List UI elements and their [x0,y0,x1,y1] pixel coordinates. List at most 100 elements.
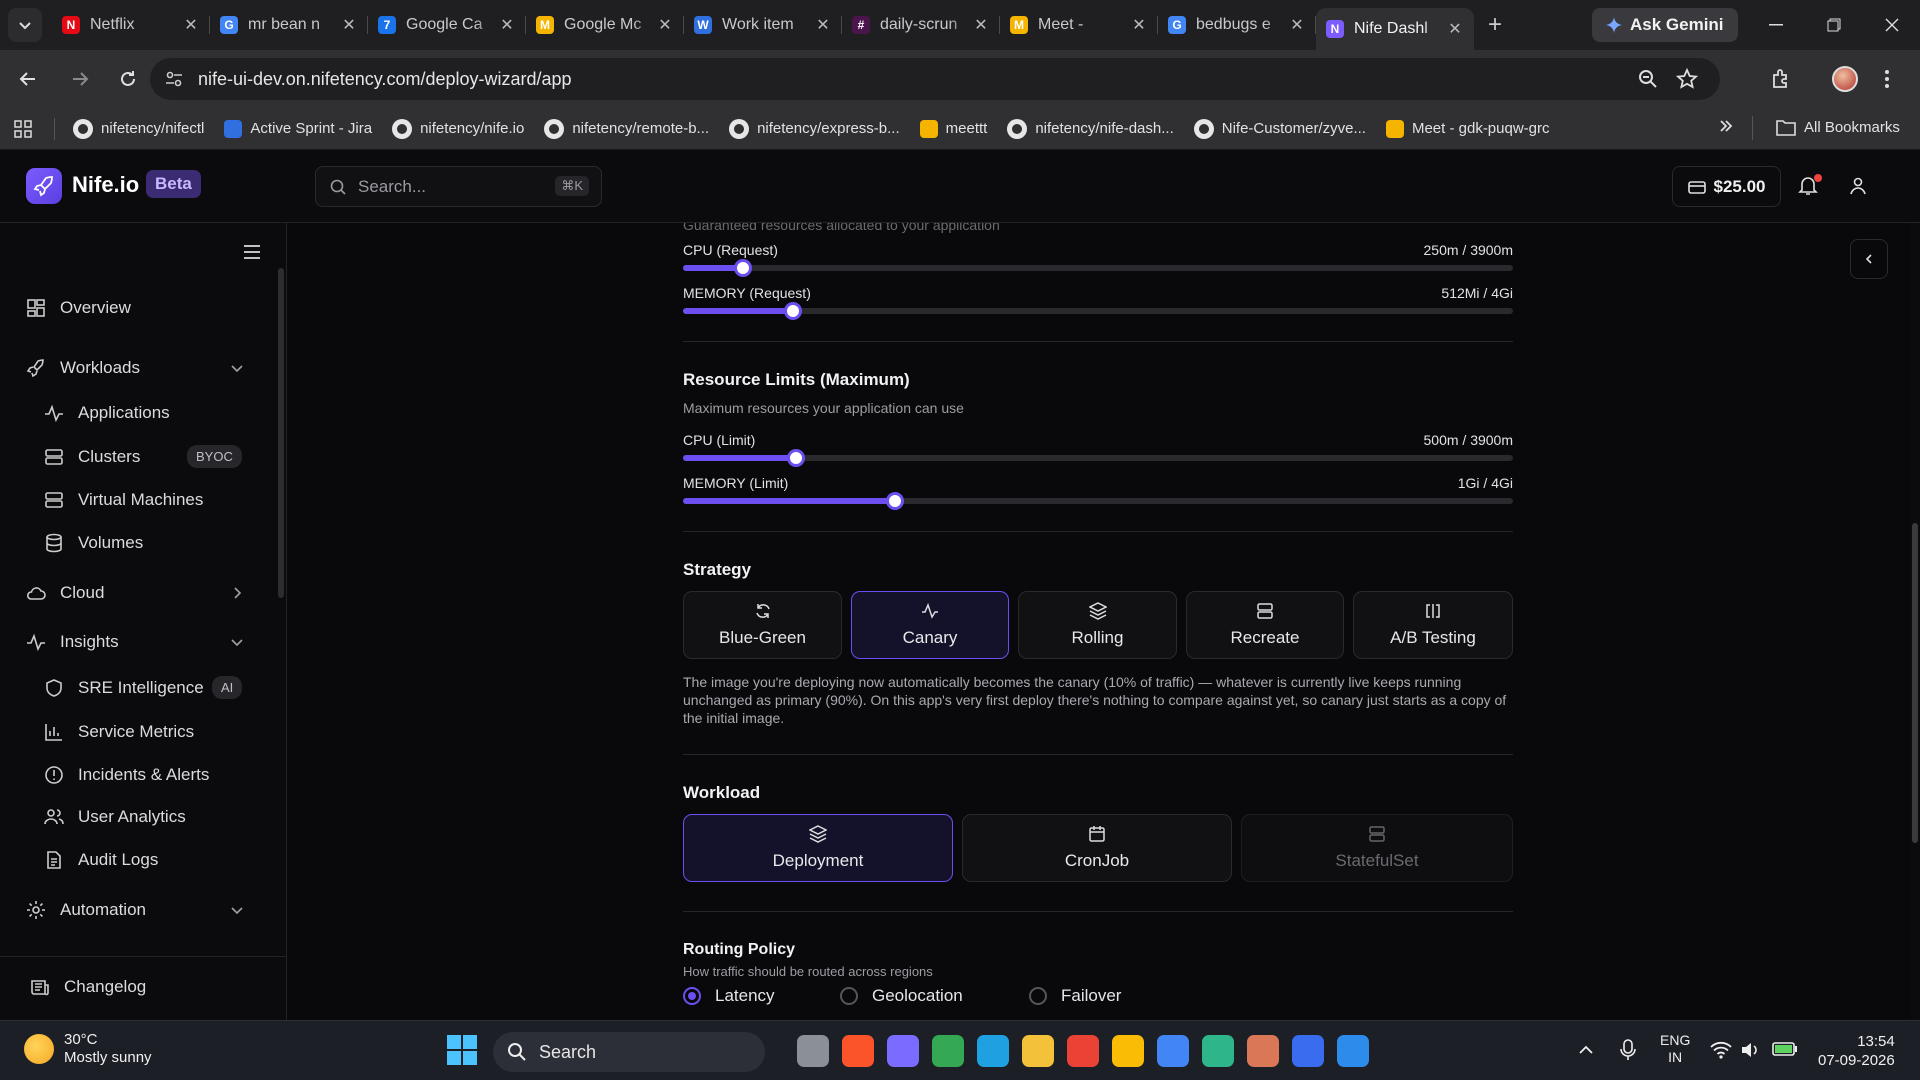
sidebar-scrollbar[interactable] [278,268,284,598]
collapse-panel-button[interactable] [1850,239,1888,279]
bookmark-item[interactable]: nifetency/nife-dash... [1007,118,1174,139]
nife-logo[interactable] [26,168,62,204]
chrome-icon[interactable] [1112,1035,1144,1067]
strategy-option-recreate[interactable]: Recreate [1186,591,1344,659]
close-window-button[interactable] [1864,0,1920,50]
bookmark-item[interactable]: meettt [919,119,987,138]
slider-thumb[interactable] [885,492,904,510]
routing-radio-latency[interactable]: Latency [683,986,775,1006]
sidebar-toggle-button[interactable] [244,245,268,263]
bookmark-item[interactable]: Active Sprint - Jira [224,119,372,138]
cpu-limit-slider[interactable] [683,449,1513,467]
bookmark-item[interactable]: Meet - gdk-puqw-grc [1385,119,1550,138]
browser-tab[interactable]: Gbedbugs e ✕ [1158,6,1316,44]
sidebar-item-incidents-alerts[interactable]: Incidents & Alerts [44,760,209,790]
memory-limit-slider[interactable] [683,492,1513,510]
strategy-option-ab-testing[interactable]: A/B Testing [1353,591,1513,659]
browser-tab[interactable]: N Netflix ✕ [52,6,210,44]
extensions-button[interactable] [1770,50,1792,108]
sidebar-item-changelog[interactable]: Changelog [30,972,146,1002]
claude-icon[interactable] [1247,1035,1279,1067]
sidebar-group-cloud[interactable]: Cloud [26,578,104,608]
bookmark-item[interactable]: nifetency/nife.io [392,118,524,139]
sidebar-item-overview[interactable]: Overview [26,293,131,323]
routing-radio-failover[interactable]: Failover [1029,986,1121,1006]
close-tab-icon[interactable]: ✕ [1446,19,1464,39]
close-tab-icon[interactable]: ✕ [1288,15,1306,35]
new-tab-button[interactable]: + [1480,11,1510,39]
apps-grid-icon[interactable] [14,119,32,138]
routing-radio-geolocation[interactable]: Geolocation [840,986,963,1006]
close-tab-icon[interactable]: ✕ [498,15,516,35]
chevron-down-icon[interactable] [228,633,246,651]
bookmark-item[interactable]: nifetency/remote-b... [544,118,709,139]
zoom-icon[interactable] [1638,69,1658,89]
reload-button[interactable] [108,59,148,99]
sidebar-item-volumes[interactable]: Volumes [44,528,143,558]
sidebar-group-workloads[interactable]: Workloads [26,353,140,383]
notifications-button[interactable] [1797,174,1823,200]
browser-menu-button[interactable] [1884,50,1890,108]
chevron-up-icon[interactable] [1578,1043,1594,1055]
close-tab-icon[interactable]: ✕ [656,15,674,35]
file-explorer-preview-icon[interactable] [797,1035,829,1067]
memory-request-slider[interactable] [683,302,1513,320]
page-scrollbar[interactable] [1910,223,1920,1020]
chrome-icon[interactable] [1157,1035,1189,1067]
browser-tab[interactable]: N Nife Dashl ✕ [1316,8,1474,50]
copilot-icon[interactable] [887,1035,919,1067]
restore-button[interactable] [1806,0,1862,50]
browser-tab[interactable]: M Meet - ✕ [1000,6,1158,44]
more-bookmarks-icon[interactable] [1718,118,1734,134]
slider-thumb[interactable] [784,302,803,320]
radio-circle[interactable] [683,987,701,1005]
address-bar[interactable]: nife-ui-dev.on.nifetency.com/deploy-wiza… [150,58,1720,100]
sidebar-group-insights[interactable]: Insights [26,627,119,657]
taskbar-search[interactable]: Search [493,1032,765,1072]
folder-icon[interactable] [1022,1035,1054,1067]
chrome-icon[interactable] [1067,1035,1099,1067]
scrollbar-thumb[interactable] [1912,523,1918,843]
all-bookmarks-button[interactable]: All Bookmarks [1776,118,1900,136]
cpu-request-slider[interactable] [683,259,1513,277]
microphone-icon[interactable] [1620,1039,1636,1061]
sidebar-item-sre-intelligence[interactable]: SRE Intelligence [44,673,204,703]
bookmark-item[interactable]: nifetency/nifectl [73,118,204,139]
forward-button[interactable] [60,59,100,99]
radio-circle[interactable] [1029,987,1047,1005]
sidebar-item-applications[interactable]: Applications [44,398,170,428]
chrome-icon[interactable] [932,1035,964,1067]
browser-tab[interactable]: W Work item ✕ [684,6,842,44]
profile-avatar[interactable] [1832,50,1858,108]
workload-option-statefulset[interactable]: StatefulSet [1241,814,1513,882]
minimize-button[interactable] [1748,0,1804,50]
sidebar-item-clusters[interactable]: Clusters [44,442,140,472]
close-tab-icon[interactable]: ✕ [340,15,358,35]
bookmark-item[interactable]: Nife-Customer/zyve... [1193,118,1366,139]
browser-tab[interactable]: M Google Mc ✕ [526,6,684,44]
user-menu-button[interactable] [1848,176,1870,198]
sidebar-group-automation[interactable]: Automation [26,895,146,925]
workload-option-cronjob[interactable]: CronJob [962,814,1232,882]
close-tab-icon[interactable]: ✕ [1130,15,1148,35]
chevron-right-icon[interactable] [228,584,246,602]
sidebar-item-service-metrics[interactable]: Service Metrics [44,717,194,747]
global-search-input[interactable]: Search... ⌘K [315,166,602,207]
brave-icon[interactable] [842,1035,874,1067]
wifi-icon[interactable] [1710,1041,1732,1059]
weather-widget[interactable]: 30°C Mostly sunny [24,1031,152,1067]
radio-circle[interactable] [840,987,858,1005]
system-clock[interactable]: 13:54 07-09-2026 [1818,1032,1895,1070]
workload-option-deployment[interactable]: Deployment [683,814,953,882]
app-icon[interactable] [1202,1035,1234,1067]
browser-tab[interactable]: 7 Google Ca ✕ [368,6,526,44]
wallet-balance-button[interactable]: $25.00 [1672,166,1781,207]
chevron-down-icon[interactable] [228,901,246,919]
app-icon[interactable] [1292,1035,1324,1067]
tab-search-button[interactable] [8,8,42,42]
windows-start-button[interactable] [446,1034,478,1066]
slider-thumb[interactable] [734,259,753,277]
bookmark-item[interactable]: nifetency/express-b... [729,118,900,139]
vscode-icon[interactable] [1337,1035,1369,1067]
bookmark-star-icon[interactable] [1676,68,1698,90]
